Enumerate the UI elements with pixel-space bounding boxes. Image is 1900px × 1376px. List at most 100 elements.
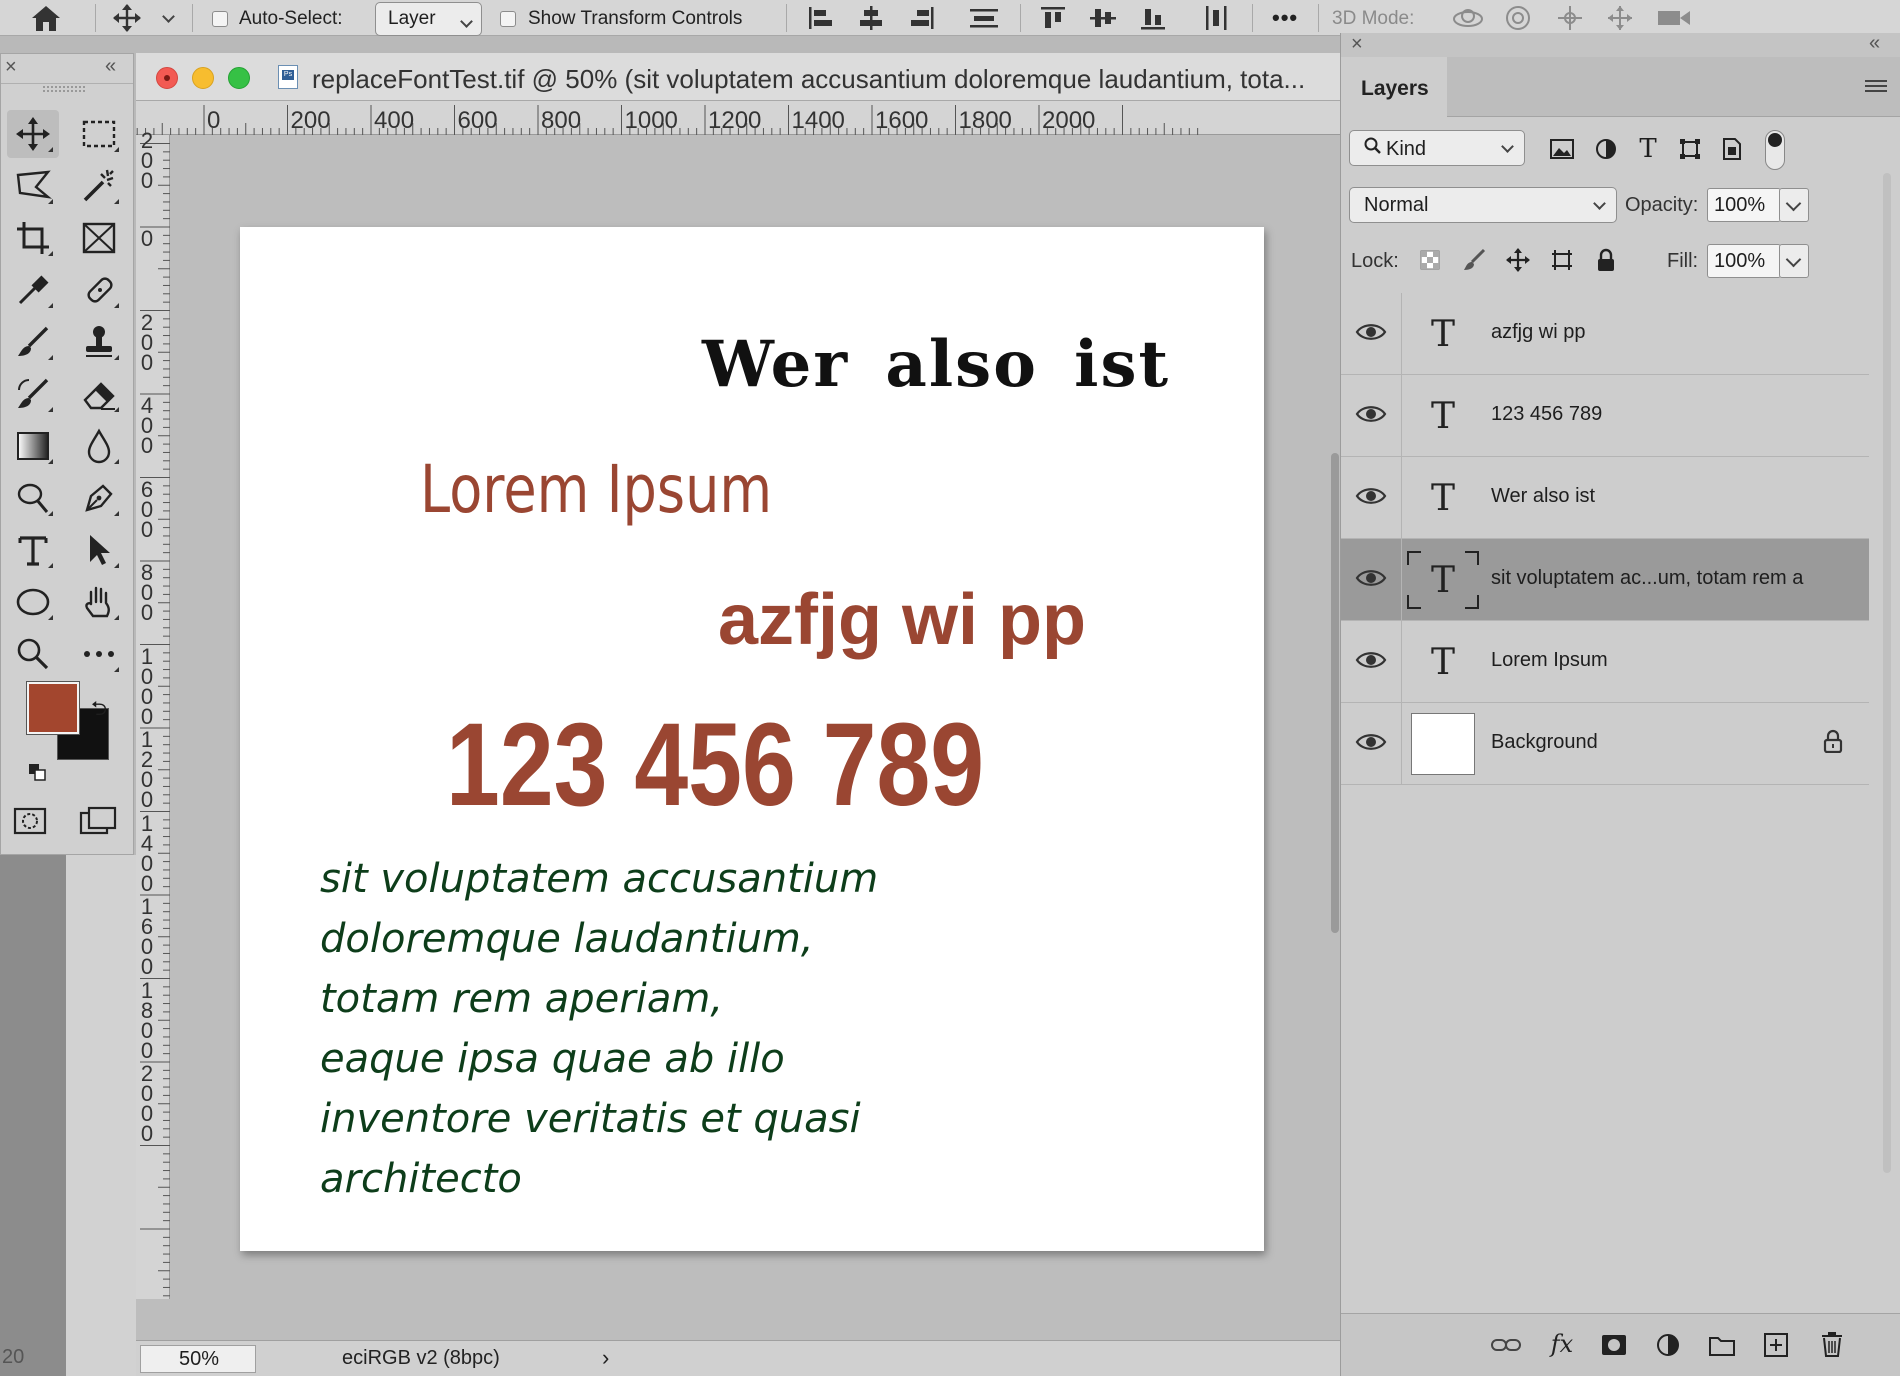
- hand-tool[interactable]: [73, 578, 125, 626]
- zoom-tool[interactable]: [7, 630, 59, 678]
- screen-mode-icon[interactable]: [79, 806, 119, 836]
- layers-scrollbar[interactable]: [1883, 173, 1891, 1173]
- new-layer-icon[interactable]: [1759, 1330, 1793, 1360]
- clone-stamp-tool[interactable]: [73, 318, 125, 366]
- opacity-slider-button[interactable]: [1779, 188, 1809, 222]
- lock-transparent-pixels-icon[interactable]: [1415, 245, 1445, 275]
- link-layers-icon[interactable]: [1489, 1330, 1523, 1360]
- visibility-eye-icon[interactable]: [1355, 403, 1389, 429]
- healing-brush-tool[interactable]: [73, 266, 125, 314]
- lock-image-pixels-icon[interactable]: [1459, 245, 1489, 275]
- visibility-eye-icon[interactable]: [1355, 321, 1389, 347]
- new-adjustment-layer-icon[interactable]: [1651, 1330, 1685, 1360]
- move-tool-preset-icon[interactable]: [110, 3, 150, 33]
- lock-all-icon[interactable]: [1591, 245, 1621, 275]
- filter-toggle-switch[interactable]: [1765, 130, 1785, 170]
- frame-tool[interactable]: [73, 214, 125, 262]
- visibility-eye-icon[interactable]: [1355, 567, 1389, 593]
- close-icon[interactable]: ×: [1351, 33, 1363, 56]
- layer-filter-kind-dropdown[interactable]: Kind: [1349, 130, 1525, 166]
- eyedropper-tool[interactable]: [7, 266, 59, 314]
- default-colors-icon[interactable]: [27, 762, 49, 782]
- add-mask-icon[interactable]: [1597, 1330, 1631, 1360]
- gradient-tool[interactable]: [7, 422, 59, 470]
- close-window-button[interactable]: [156, 67, 178, 89]
- foreground-color-swatch[interactable]: [26, 681, 80, 735]
- layer-name[interactable]: Background: [1491, 731, 1598, 754]
- distribute-horizontal-icon[interactable]: [1202, 4, 1232, 32]
- layer-row[interactable]: T Wer also ist: [1341, 457, 1869, 539]
- layers-tab[interactable]: Layers: [1341, 57, 1447, 117]
- quick-mask-icon[interactable]: [13, 806, 47, 836]
- visibility-eye-icon[interactable]: [1355, 649, 1389, 675]
- filter-type-icon[interactable]: T: [1633, 134, 1663, 164]
- collapse-icon[interactable]: «: [105, 55, 116, 78]
- swap-colors-icon[interactable]: ⮌: [91, 694, 107, 728]
- layer-row[interactable]: Tazfjg wi pp: [1341, 293, 1869, 375]
- trash-icon[interactable]: [1815, 1328, 1849, 1360]
- layer-row[interactable]: Background: [1341, 703, 1869, 785]
- type-tool[interactable]: [7, 526, 59, 574]
- home-icon[interactable]: [28, 4, 68, 34]
- maximize-window-button[interactable]: [228, 67, 250, 89]
- align-vertical-centers-icon[interactable]: [1088, 4, 1118, 32]
- opacity-field[interactable]: 100%: [1707, 188, 1781, 222]
- visibility-eye-icon[interactable]: [1355, 731, 1389, 757]
- pen-tool[interactable]: [73, 474, 125, 522]
- align-top-edges-icon[interactable]: [1038, 4, 1068, 32]
- align-left-edges-icon[interactable]: [806, 4, 836, 32]
- dodge-tool[interactable]: [7, 474, 59, 522]
- filter-shape-icon[interactable]: [1675, 134, 1705, 164]
- chevron-down-icon[interactable]: [162, 10, 178, 26]
- layer-name[interactable]: azfjg wi pp: [1491, 321, 1586, 344]
- filter-pixel-icon[interactable]: [1547, 134, 1577, 164]
- auto-select-target-dropdown[interactable]: Layer: [375, 2, 482, 36]
- layer-row[interactable]: T Lorem Ipsum: [1341, 621, 1869, 703]
- show-transform-checkbox[interactable]: [500, 11, 516, 27]
- lock-icon[interactable]: [1823, 729, 1843, 753]
- drag-grip[interactable]: [43, 86, 85, 92]
- canvas-lorem-text[interactable]: Lorem Ipsum: [420, 451, 772, 528]
- minimize-window-button[interactable]: [192, 67, 214, 89]
- marquee-tool[interactable]: [73, 110, 125, 158]
- auto-select-checkbox[interactable]: [212, 11, 228, 27]
- collapse-icon[interactable]: «: [1869, 32, 1880, 55]
- layer-name[interactable]: Lorem Ipsum: [1491, 649, 1608, 672]
- brush-tool[interactable]: [7, 318, 59, 366]
- document-canvas[interactable]: Wer also ist Lorem Ipsum azfjg wi pp 123…: [240, 227, 1264, 1251]
- layer-row[interactable]: T 123 456 789: [1341, 375, 1869, 457]
- layer-style-fx-icon[interactable]: fx: [1545, 1328, 1579, 1360]
- close-icon[interactable]: ×: [5, 56, 17, 79]
- filter-adjustment-icon[interactable]: [1591, 134, 1621, 164]
- eraser-tool[interactable]: [73, 370, 125, 418]
- panel-menu-icon[interactable]: [1865, 79, 1887, 95]
- document-tab[interactable]: Ps replaceFontTest.tif @ 50% (sit volupt…: [136, 53, 1340, 101]
- canvas-heading-text[interactable]: Wer also ist: [702, 327, 1170, 402]
- visibility-eye-icon[interactable]: [1355, 485, 1389, 511]
- path-selection-tool[interactable]: [73, 526, 125, 574]
- filter-smart-object-icon[interactable]: [1717, 134, 1747, 164]
- blur-tool[interactable]: [73, 422, 125, 470]
- lock-artboard-icon[interactable]: [1547, 245, 1577, 275]
- new-group-folder-icon[interactable]: [1705, 1330, 1739, 1360]
- magic-wand-tool[interactable]: [73, 162, 125, 210]
- layer-name[interactable]: Wer also ist: [1491, 485, 1595, 508]
- move-tool[interactable]: [7, 110, 59, 158]
- align-horizontal-centers-icon[interactable]: [856, 4, 886, 32]
- blend-mode-dropdown[interactable]: Normal: [1349, 187, 1617, 223]
- status-info-arrow[interactable]: ›: [602, 1345, 609, 1371]
- canvas-paragraph-text[interactable]: sit voluptatem accusantium doloremque la…: [320, 849, 878, 1209]
- history-brush-tool[interactable]: [7, 370, 59, 418]
- fill-field[interactable]: 100%: [1707, 244, 1781, 278]
- layer-name[interactable]: 123 456 789: [1491, 403, 1602, 426]
- ellipse-tool[interactable]: [7, 578, 59, 626]
- lasso-tool[interactable]: [7, 162, 59, 210]
- distribute-vertical-icon[interactable]: [968, 4, 1000, 32]
- lock-position-icon[interactable]: [1503, 245, 1533, 275]
- vertical-scrollbar[interactable]: [1331, 453, 1339, 933]
- crop-tool[interactable]: [7, 214, 59, 262]
- layer-row[interactable]: Tsit voluptatem ac...um, totam rem a: [1341, 539, 1869, 621]
- align-right-edges-icon[interactable]: [906, 4, 936, 32]
- more-options-button[interactable]: •••: [1272, 5, 1298, 31]
- canvas-azfjg-text[interactable]: azfjg wi pp: [718, 579, 1086, 661]
